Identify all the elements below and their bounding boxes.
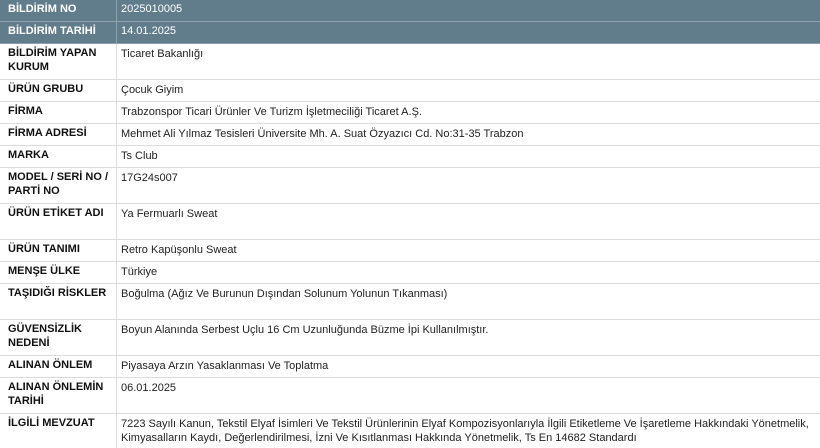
row-model-seri-parti-no: MODEL / SERİ NO / PARTİ NO 17G24s007 [0, 168, 820, 204]
row-bildirim-tarihi: BİLDİRİM TARİHİ 14.01.2025 [0, 22, 820, 44]
row-urun-tanimi: ÜRÜN TANIMI Retro Kapüşonlu Sweat [0, 240, 820, 262]
row-bildirim-no: BİLDİRİM NO 2025010005 [0, 0, 820, 22]
label-mense-ulke: MENŞE ÜLKE [0, 262, 117, 284]
label-bildirim-yapan-kurum: BİLDİRİM YAPAN KURUM [0, 44, 117, 80]
row-alinan-onlemin-tarihi: ALINAN ÖNLEMİN TARİHİ 06.01.2025 [0, 378, 820, 414]
row-mense-ulke: MENŞE ÜLKE Türkiye [0, 262, 820, 284]
row-urun-grubu: ÜRÜN GRUBU Çocuk Giyim [0, 80, 820, 102]
label-urun-etiket-adi: ÜRÜN ETİKET ADI [0, 204, 117, 240]
value-firma-adresi: Mehmet Ali Yılmaz Tesisleri Üniversite M… [121, 126, 814, 141]
label-tasidigi-riskler: TAŞIDIĞI RİSKLER [0, 284, 117, 320]
value-mense-ulke: Türkiye [121, 264, 814, 279]
label-urun-tanimi: ÜRÜN TANIMI [0, 240, 117, 262]
label-bildirim-no: BİLDİRİM NO [0, 0, 117, 22]
value-bildirim-tarihi: 14.01.2025 [117, 22, 820, 44]
label-guvensizlik-nedeni: GÜVENSİZLİK NEDENİ [0, 320, 117, 356]
value-tasidigi-riskler: Boğulma (Ağız Ve Burunun Dışından Solunu… [121, 286, 814, 301]
value-guvensizlik-nedeni: Boyun Alanında Serbest Uçlu 16 Cm Uzunlu… [121, 322, 814, 337]
value-marka: Ts Club [121, 148, 814, 163]
label-model-seri-parti-no: MODEL / SERİ NO / PARTİ NO [0, 168, 117, 204]
label-bildirim-tarihi: BİLDİRİM TARİHİ [0, 22, 117, 44]
value-urun-tanimi: Retro Kapüşonlu Sweat [121, 242, 814, 257]
label-firma: FİRMA [0, 102, 117, 124]
value-firma: Trabzonspor Ticari Ürünler Ve Turizm İşl… [121, 104, 814, 119]
label-marka: MARKA [0, 146, 117, 168]
label-firma-adresi: FİRMA ADRESİ [0, 124, 117, 146]
value-urun-grubu: Çocuk Giyim [121, 82, 814, 97]
label-urun-grubu: ÜRÜN GRUBU [0, 80, 117, 102]
value-urun-etiket-adi: Ya Fermuarlı Sweat [121, 206, 814, 221]
value-bildirim-no: 2025010005 [117, 0, 820, 22]
row-alinan-onlem: ALINAN ÖNLEM Piyasaya Arzın Yasaklanması… [0, 356, 820, 378]
row-firma: FİRMA Trabzonspor Ticari Ürünler Ve Turi… [0, 102, 820, 124]
notification-detail-table: BİLDİRİM NO 2025010005 BİLDİRİM TARİHİ 1… [0, 0, 820, 448]
row-ilgili-mevzuat: İLGİLİ MEVZUAT 7223 Sayılı Kanun, Teksti… [0, 414, 820, 448]
label-alinan-onlemin-tarihi: ALINAN ÖNLEMİN TARİHİ [0, 378, 117, 414]
row-tasidigi-riskler: TAŞIDIĞI RİSKLER Boğulma (Ağız Ve Burunu… [0, 284, 820, 320]
value-alinan-onlem: Piyasaya Arzın Yasaklanması Ve Toplatma [121, 358, 814, 373]
row-marka: MARKA Ts Club [0, 146, 820, 168]
label-alinan-onlem: ALINAN ÖNLEM [0, 356, 117, 378]
value-bildirim-yapan-kurum: Ticaret Bakanlığı [121, 46, 814, 61]
row-guvensizlik-nedeni: GÜVENSİZLİK NEDENİ Boyun Alanında Serbes… [0, 320, 820, 356]
row-urun-etiket-adi: ÜRÜN ETİKET ADI Ya Fermuarlı Sweat [0, 204, 820, 240]
label-ilgili-mevzuat: İLGİLİ MEVZUAT [0, 414, 117, 448]
row-firma-adresi: FİRMA ADRESİ Mehmet Ali Yılmaz Tesisleri… [0, 124, 820, 146]
row-bildirim-yapan-kurum: BİLDİRİM YAPAN KURUM Ticaret Bakanlığı [0, 44, 820, 80]
value-ilgili-mevzuat: 7223 Sayılı Kanun, Tekstil Elyaf İsimler… [121, 416, 814, 445]
value-alinan-onlemin-tarihi: 06.01.2025 [121, 380, 814, 395]
value-model-seri-parti-no: 17G24s007 [121, 170, 814, 185]
